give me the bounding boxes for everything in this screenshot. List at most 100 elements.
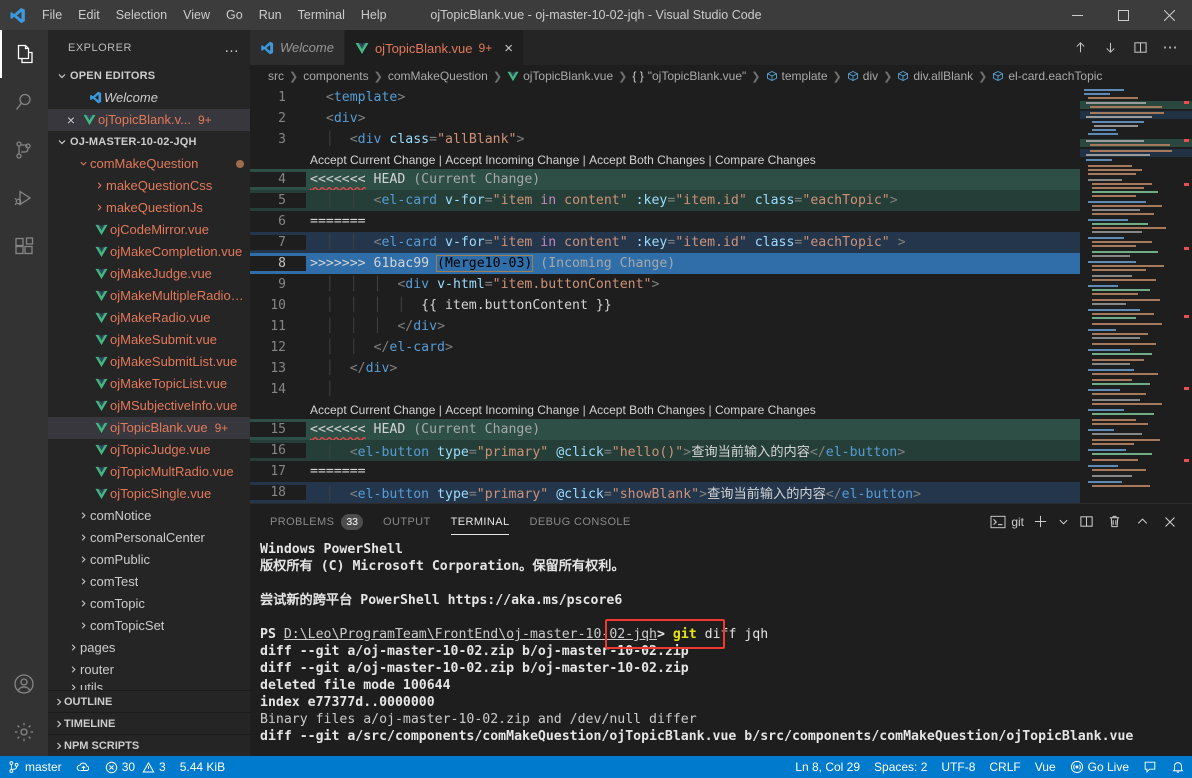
breadcrumb-symbol-template[interactable]: template bbox=[766, 69, 828, 83]
breadcrumb-symbol-root[interactable]: { } "ojTopicBlank.vue" bbox=[632, 69, 746, 83]
tree-item-commakequestion[interactable]: comMakeQuestion bbox=[48, 153, 250, 175]
menu-help[interactable]: Help bbox=[353, 0, 395, 30]
chevron-right-icon[interactable] bbox=[66, 665, 80, 674]
code-editor[interactable]: 1 <template> 2 <div> 3 │ <div class="all… bbox=[250, 87, 1192, 503]
status-notifications[interactable] bbox=[1164, 756, 1192, 778]
tree-item-makequestioncss[interactable]: makeQuestionCss bbox=[48, 175, 250, 197]
more-actions-icon[interactable]: ⋯ bbox=[1156, 30, 1184, 65]
status-sync[interactable] bbox=[69, 756, 98, 778]
status-feedback[interactable] bbox=[1136, 756, 1164, 778]
menu-run[interactable]: Run bbox=[251, 0, 290, 30]
tree-item-compublic[interactable]: comPublic bbox=[48, 549, 250, 571]
menu-go[interactable]: Go bbox=[218, 0, 251, 30]
tree-item-makequestionjs[interactable]: makeQuestionJs bbox=[48, 197, 250, 219]
chevron-right-icon[interactable] bbox=[76, 621, 90, 630]
status-go-live[interactable]: Go Live bbox=[1063, 756, 1136, 778]
tree-item-ojcodemirror[interactable]: ojCodeMirror.vue bbox=[48, 219, 250, 241]
chevron-right-icon[interactable] bbox=[66, 683, 80, 690]
section-npm-scripts[interactable]: NPM SCRIPTS bbox=[48, 734, 250, 756]
sidebar-more-actions-icon[interactable]: … bbox=[224, 39, 240, 56]
tab-ojtopicblank[interactable]: ojTopicBlank.vue 9+ × bbox=[344, 30, 524, 65]
tree-item-ojtopicsingle[interactable]: ojTopicSingle.vue bbox=[48, 483, 250, 505]
scroll-up-icon[interactable] bbox=[1066, 30, 1094, 65]
tab-debug-console[interactable]: DEBUG CONSOLE bbox=[529, 504, 630, 539]
breadcrumb-src[interactable]: src bbox=[268, 69, 284, 83]
chevron-right-icon[interactable] bbox=[76, 577, 90, 586]
chevron-right-icon[interactable] bbox=[76, 599, 90, 608]
activity-accounts[interactable] bbox=[0, 660, 48, 708]
tree-item-ojmakesubmitlist[interactable]: ojMakeSubmitList.vue bbox=[48, 351, 250, 373]
close-button[interactable] bbox=[1146, 0, 1192, 30]
menu-edit[interactable]: Edit bbox=[70, 0, 108, 30]
tree-item-comtopicset[interactable]: comTopicSet bbox=[48, 615, 250, 637]
tree-item-ojmakeradio[interactable]: ojMakeRadio.vue bbox=[48, 307, 250, 329]
tree-item-comtopic[interactable]: comTopic bbox=[48, 593, 250, 615]
chevron-right-icon[interactable] bbox=[92, 181, 106, 190]
status-encoding[interactable]: UTF-8 bbox=[934, 756, 982, 778]
tree-item-compersonalcenter[interactable]: comPersonalCenter bbox=[48, 527, 250, 549]
tab-output[interactable]: OUTPUT bbox=[383, 504, 431, 539]
activity-settings-gear-icon[interactable] bbox=[0, 708, 48, 756]
chevron-right-icon[interactable] bbox=[76, 533, 90, 542]
chevron-right-icon[interactable] bbox=[76, 511, 90, 520]
tree-item-comnotice[interactable]: comNotice bbox=[48, 505, 250, 527]
menu-file[interactable]: File bbox=[34, 0, 70, 30]
new-terminal-icon[interactable] bbox=[1028, 510, 1052, 534]
breadcrumb-symbol-div[interactable]: div bbox=[847, 69, 878, 83]
chevron-down-icon[interactable] bbox=[1056, 510, 1070, 534]
tree-item-ojmaketopiclist[interactable]: ojMakeTopicList.vue bbox=[48, 373, 250, 395]
split-terminal-icon[interactable] bbox=[1074, 510, 1098, 534]
tree-item-ojmakemultipleradio[interactable]: ojMakeMultipleRadio.... bbox=[48, 285, 250, 307]
activity-run-debug[interactable] bbox=[0, 174, 48, 222]
close-panel-icon[interactable] bbox=[1158, 510, 1182, 534]
activity-source-control[interactable] bbox=[0, 126, 48, 174]
menu-view[interactable]: View bbox=[175, 0, 218, 30]
section-project-root[interactable]: OJ-MASTER-10-02-JQH bbox=[48, 131, 250, 153]
split-editor-icon[interactable] bbox=[1126, 30, 1154, 65]
status-editor-position[interactable]: Ln 8, Col 29 bbox=[788, 756, 867, 778]
close-icon[interactable]: × bbox=[62, 112, 80, 128]
terminal-output[interactable]: Windows PowerShell 版权所有 (C) Microsoft Co… bbox=[250, 539, 1192, 756]
compare-changes-link[interactable]: Compare Changes bbox=[715, 403, 816, 417]
tree-item-ojtopicjudge[interactable]: ojTopicJudge.vue bbox=[48, 439, 250, 461]
breadcrumb-ojtopicblank[interactable]: ojTopicBlank.vue bbox=[507, 69, 613, 83]
status-branch[interactable]: master bbox=[0, 756, 69, 778]
breadcrumb-components[interactable]: components bbox=[303, 69, 368, 83]
chevron-right-icon[interactable] bbox=[76, 555, 90, 564]
status-indentation[interactable]: Spaces: 2 bbox=[867, 756, 934, 778]
open-editor-ojtopicblank[interactable]: × ojTopicBlank.v... 9+ bbox=[48, 108, 250, 131]
menu-bar[interactable]: File Edit Selection View Go Run Terminal… bbox=[34, 0, 395, 30]
chevron-right-icon[interactable] bbox=[66, 643, 80, 652]
menu-selection[interactable]: Selection bbox=[108, 0, 175, 30]
maximize-button[interactable] bbox=[1100, 0, 1146, 30]
status-language-mode[interactable]: Vue bbox=[1028, 756, 1063, 778]
activity-search[interactable] bbox=[0, 78, 48, 126]
compare-changes-link[interactable]: Compare Changes bbox=[715, 153, 816, 167]
tab-problems[interactable]: PROBLEMS 33 bbox=[270, 504, 364, 539]
chevron-right-icon[interactable] bbox=[92, 203, 106, 212]
accept-both-changes-link[interactable]: Accept Both Changes bbox=[589, 153, 705, 167]
section-outline[interactable]: OUTLINE bbox=[48, 690, 250, 712]
minimap[interactable] bbox=[1080, 87, 1192, 503]
chevron-down-icon[interactable] bbox=[76, 159, 90, 168]
status-problems[interactable]: 30 3 bbox=[98, 756, 173, 778]
tree-item-ojmsubjectiveinfo[interactable]: ojMSubjectiveInfo.vue bbox=[48, 395, 250, 417]
tree-item-ojmakecompletion[interactable]: ojMakeCompletion.vue bbox=[48, 241, 250, 263]
tree-item-ojmakesubmit[interactable]: ojMakeSubmit.vue bbox=[48, 329, 250, 351]
scroll-down-icon[interactable] bbox=[1096, 30, 1124, 65]
tree-item-ojtopicblank[interactable]: ojTopicBlank.vue 9+ bbox=[48, 416, 250, 439]
status-file-size[interactable]: 5.44 KiB bbox=[173, 756, 232, 778]
tree-item-ojmakejudge[interactable]: ojMakeJudge.vue bbox=[48, 263, 250, 285]
minimize-button[interactable] bbox=[1054, 0, 1100, 30]
tree-item-comtest[interactable]: comTest bbox=[48, 571, 250, 593]
breadcrumb-symbol-elcard[interactable]: el-card.eachTopic bbox=[992, 69, 1102, 83]
section-open-editors[interactable]: OPEN EDITORS bbox=[48, 65, 250, 87]
accept-incoming-change-link[interactable]: Accept Incoming Change bbox=[445, 153, 579, 167]
accept-incoming-change-link[interactable]: Accept Incoming Change bbox=[445, 403, 579, 417]
breadcrumb-commakequestion[interactable]: comMakeQuestion bbox=[388, 69, 488, 83]
open-editor-welcome[interactable]: Welcome bbox=[48, 87, 250, 109]
menu-terminal[interactable]: Terminal bbox=[290, 0, 353, 30]
breadcrumb-symbol-div-allblank[interactable]: div.allBlank bbox=[897, 69, 973, 83]
tree-item-router[interactable]: router bbox=[48, 659, 250, 681]
accept-both-changes-link[interactable]: Accept Both Changes bbox=[589, 403, 705, 417]
